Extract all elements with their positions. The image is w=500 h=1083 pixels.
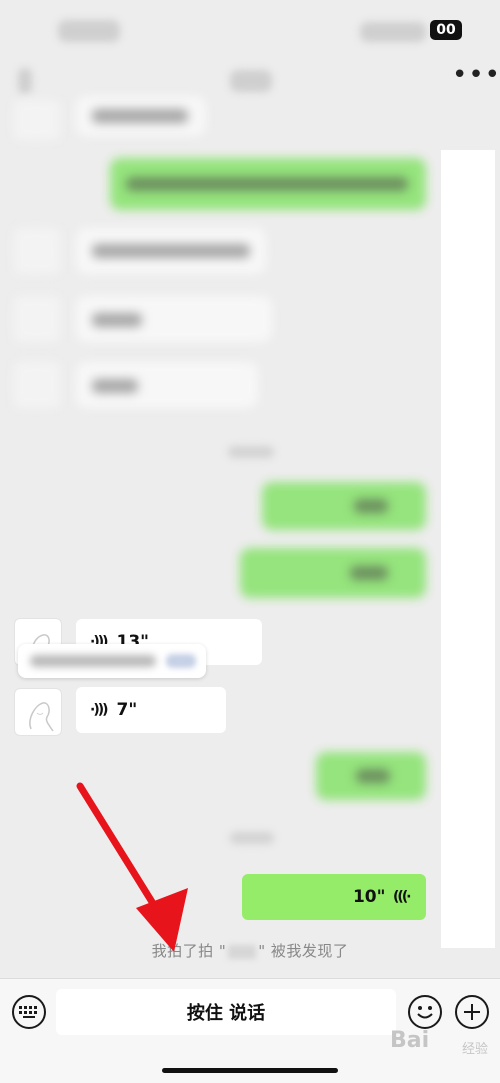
chat-title [230, 70, 272, 92]
message-bubble-out[interactable] [262, 482, 426, 530]
message-text [92, 109, 188, 123]
home-indicator[interactable] [162, 1068, 338, 1073]
voice-duration: 7" [116, 700, 138, 720]
keyboard-button[interactable] [12, 995, 46, 1029]
timestamp [228, 446, 274, 458]
tooltip-link[interactable] [166, 654, 196, 668]
pat-tooltip [18, 644, 206, 678]
emoji-button[interactable] [408, 995, 442, 1029]
side-panel [441, 150, 495, 948]
message-text [356, 769, 390, 783]
timestamp [230, 832, 274, 844]
tooltip-text [30, 655, 156, 667]
message-text [126, 177, 408, 191]
red-arrow-annotation [76, 782, 188, 952]
message-text [92, 313, 142, 327]
voice-message[interactable]: ·))) 7" [76, 687, 226, 733]
voice-wave-icon: ·))) [90, 702, 108, 718]
avatar[interactable] [14, 296, 60, 342]
keyboard-icon [19, 1006, 37, 1018]
voice-wave-icon: ·))) [395, 889, 412, 905]
avatar[interactable] [14, 688, 62, 736]
avatar[interactable] [14, 100, 60, 140]
more-icon[interactable]: ••• [452, 62, 500, 94]
message-bubble-out[interactable] [240, 548, 426, 598]
message-text [350, 566, 388, 580]
notice-suffix: " 被我发现了 [258, 942, 349, 960]
battery-icon: 00 [430, 20, 462, 40]
avatar[interactable] [14, 228, 60, 274]
avatar[interactable] [14, 362, 60, 408]
plus-icon [464, 1004, 480, 1020]
voice-message-out[interactable]: 10" ·))) [242, 874, 426, 920]
notice-name [228, 944, 257, 959]
voice-duration: 10" [352, 887, 386, 907]
back-icon[interactable] [18, 68, 32, 94]
emoji-icon [417, 1006, 433, 1019]
message-text [92, 379, 138, 393]
message-text [92, 244, 250, 258]
baidu-watermark: Bai 经验 [390, 1028, 489, 1057]
status-signal [360, 22, 426, 42]
plus-button[interactable] [455, 995, 489, 1029]
avatar-sketch-icon [29, 702, 54, 732]
hold-to-talk-button[interactable]: 按住 说话 [56, 989, 396, 1035]
status-time [58, 20, 120, 42]
message-text [354, 499, 388, 513]
